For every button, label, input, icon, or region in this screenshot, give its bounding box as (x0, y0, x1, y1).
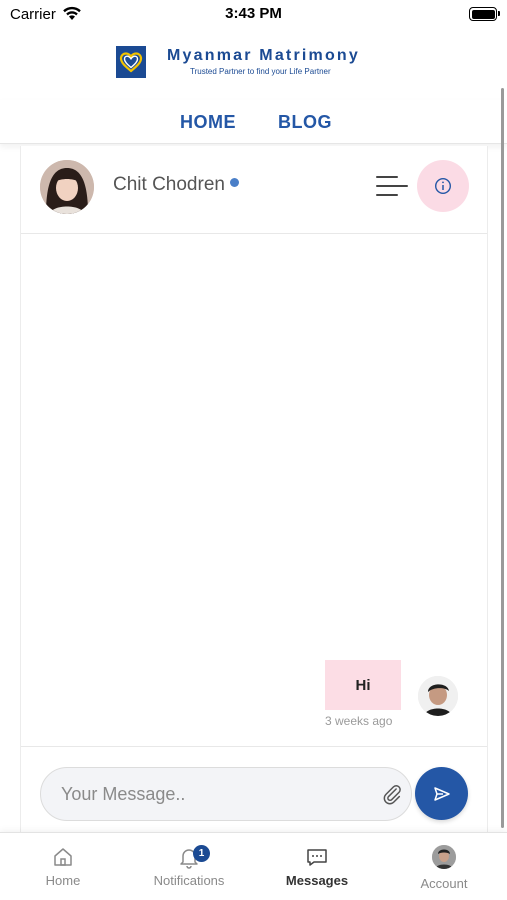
nav-blog-link[interactable]: BLOG (278, 112, 332, 133)
battery-icon (469, 7, 500, 21)
tab-notifications-label: Notifications (153, 873, 225, 888)
tab-account-label: Account (420, 876, 468, 891)
brand-title: Myanmar Matrimony (167, 47, 360, 64)
brand-tagline: Trusted Partner to find your Life Partne… (190, 67, 331, 76)
online-status-dot (229, 178, 239, 188)
send-button[interactable] (415, 767, 468, 820)
tab-home[interactable]: Home (0, 833, 126, 900)
send-icon (433, 786, 450, 801)
chat-icon (307, 849, 327, 866)
contact-avatar[interactable] (40, 160, 94, 214)
status-bar: Carrier 3:43 PM (0, 0, 507, 30)
tab-notifications[interactable]: Notifications (126, 833, 252, 900)
menu-icon[interactable] (376, 172, 408, 200)
composer (21, 746, 487, 832)
tab-messages[interactable]: Messages (254, 833, 380, 900)
tab-home-label: Home (45, 873, 81, 888)
notification-badge: 1 (193, 845, 210, 862)
message-bubble[interactable]: Hi (325, 660, 401, 710)
chat-header: Chit Chodren (21, 146, 487, 234)
account-avatar (432, 845, 456, 869)
brand-header: Myanmar Matrimony Trusted Partner to fin… (0, 44, 507, 84)
home-icon (54, 848, 72, 866)
page-scrollbar[interactable] (501, 88, 504, 828)
bottom-tab-bar: Home Notifications 1 Messages Account (0, 832, 507, 900)
nav-home-link[interactable]: HOME (180, 112, 236, 133)
contact-name: Chit Chodren (113, 174, 239, 196)
contact-name-text: Chit Chodren (113, 174, 225, 195)
message-input[interactable] (61, 768, 361, 820)
message-input-container[interactable] (40, 767, 412, 821)
paperclip-icon[interactable] (381, 783, 403, 805)
tab-account[interactable]: Account (381, 833, 507, 900)
message-timestamp: 3 weeks ago (325, 714, 393, 728)
info-icon (434, 177, 452, 195)
chat-panel: Chit Chodren Hi 3 weeks ago (20, 146, 488, 832)
heart-shield-logo[interactable] (116, 46, 146, 78)
top-navigation: HOME BLOG (0, 100, 507, 144)
my-avatar (418, 676, 458, 716)
message-list[interactable]: Hi 3 weeks ago (21, 234, 487, 746)
tab-messages-label: Messages (285, 873, 349, 888)
status-time: 3:43 PM (225, 5, 282, 22)
info-button[interactable] (417, 160, 469, 212)
